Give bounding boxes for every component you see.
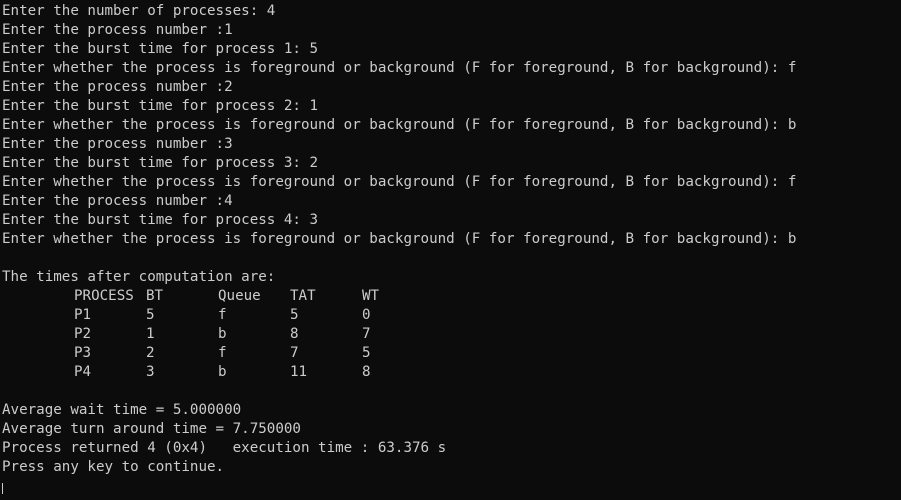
console-line: Enter the process number :3	[2, 136, 233, 152]
results-heading: The times after computation are:	[2, 269, 276, 285]
table-cell-process: P3	[74, 345, 92, 361]
table-cell-wt: 8	[362, 364, 371, 380]
console-line: Enter whether the process is foreground …	[2, 60, 797, 76]
table-cell-tat: 11	[290, 364, 308, 380]
table-header-tat: TAT	[290, 288, 316, 304]
table-row: P2 1 b 8 7	[2, 325, 901, 344]
console-line: Enter the burst time for process 3: 2	[2, 155, 319, 171]
table-row: P1 5 f 5 0	[2, 306, 901, 325]
table-cell-bt: 2	[146, 345, 155, 361]
table-cell-process: P4	[74, 364, 92, 380]
console-line: Enter whether the process is foreground …	[2, 174, 797, 190]
table-header-wt: WT	[362, 288, 380, 304]
average-turnaround-time: Average turn around time = 7.750000	[2, 421, 301, 437]
table-cell-tat: 5	[290, 307, 299, 323]
table-cell-wt: 7	[362, 326, 371, 342]
table-cell-tat: 7	[290, 345, 299, 361]
table-header-process: PROCESS	[74, 288, 134, 304]
average-wait-time: Average wait time = 5.000000	[2, 402, 242, 418]
console-line: Enter whether the process is foreground …	[2, 231, 797, 247]
process-returned-status: Process returned 4 (0x4) execution time …	[2, 440, 447, 456]
table-row: P3 2 f 7 5	[2, 344, 901, 363]
table-cell-queue: f	[218, 345, 227, 361]
table-cell-tat: 8	[290, 326, 299, 342]
table-cell-wt: 0	[362, 307, 371, 323]
table-header-row: PROCESS BT Queue TAT WT	[2, 287, 901, 306]
table-row: P4 3 b 11 8	[2, 363, 901, 382]
table-cell-queue: f	[218, 307, 227, 323]
table-cell-wt: 5	[362, 345, 371, 361]
table-cell-bt: 3	[146, 364, 155, 380]
press-any-key-prompt: Press any key to continue.	[2, 459, 225, 475]
table-header-queue: Queue	[218, 288, 261, 304]
console-line: Enter the burst time for process 4: 3	[2, 212, 319, 228]
table-cell-bt: 1	[146, 326, 155, 342]
console-line: Enter the number of processes: 4	[2, 3, 276, 19]
console-line: Enter the process number :4	[2, 193, 233, 209]
console-line: Enter the burst time for process 1: 5	[2, 41, 319, 57]
table-cell-process: P1	[74, 307, 92, 323]
table-header-bt: BT	[146, 288, 164, 304]
table-cell-bt: 5	[146, 307, 155, 323]
cursor-line	[2, 477, 901, 496]
console-line: Enter the process number :2	[2, 79, 233, 95]
console-line: Enter whether the process is foreground …	[2, 117, 797, 133]
table-cell-queue: b	[218, 326, 227, 342]
console-window[interactable]: Enter the number of processes: 4 Enter t…	[0, 0, 901, 494]
table-cell-queue: b	[218, 364, 227, 380]
console-line: Enter the burst time for process 2: 1	[2, 98, 319, 114]
table-cell-process: P2	[74, 326, 92, 342]
console-line: Enter the process number :1	[2, 22, 233, 38]
